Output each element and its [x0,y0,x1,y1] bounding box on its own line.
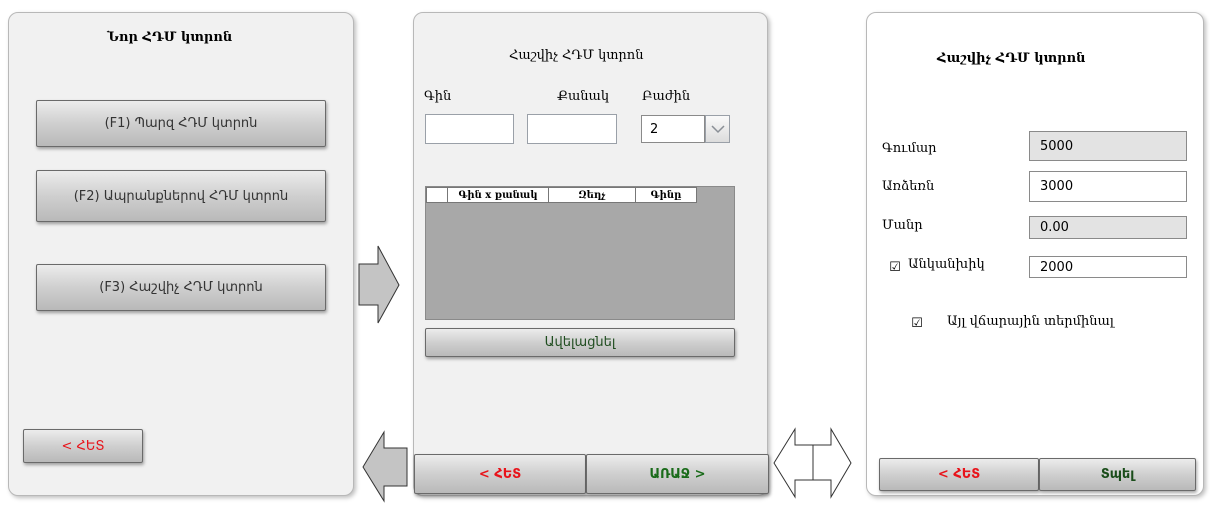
amount-field: 5000 [1029,131,1187,161]
panel-title: Հաշվիչ ՀԴՄ կտրոն [937,51,1086,66]
quantity-label: Քանակ [557,89,610,104]
panel-title: Հաշվիչ ՀԴՄ կտրոն [509,48,644,63]
goods-receipt-button[interactable]: (F2) Ապրանքներով ՀԴՄ կտրոն [36,170,326,222]
items-grid-header: Գին x քանակ Զեղչ Գինը [426,187,697,203]
department-dropdown-button[interactable] [705,115,730,143]
next-button[interactable]: ԱՌԱՋ > [586,454,769,494]
chevron-down-icon [710,124,725,133]
add-button[interactable]: Ավելացնել [425,328,735,357]
print-button[interactable]: Տպել [1039,458,1196,491]
terminal-label: Այլ վճարային տերմինալ [947,314,1114,329]
column-header-discount: Զեղչ [548,187,636,203]
panel-title: Նոր ՀԴՄ կտրոն [107,30,233,45]
cashless-input[interactable]: 2000 [1029,256,1187,278]
price-input[interactable] [425,114,514,144]
payment-panel: Հաշվիչ ՀԴՄ կտրոն Գումար 5000 Առձեռն 3000… [866,12,1204,496]
menu-panel: Նոր ՀԴՄ կտրոն (F1) Պարզ ՀԴՄ կտրոն (F2) Ա… [8,12,354,496]
double-arrow-icon [773,427,852,499]
paid-label: Առձեռն [882,179,935,194]
items-grid[interactable]: Գին x քանակ Զեղչ Գինը [425,186,735,320]
change-field: 0.00 [1029,216,1187,239]
column-header-total: Գինը [635,187,697,203]
change-label: Մանր [882,218,923,233]
department-select[interactable]: 2 [641,115,705,143]
department-value: 2 [650,121,659,137]
cashless-label: Անկանխիկ [908,257,985,272]
calculator-receipt-button[interactable]: (F3) Հաշվիչ ՀԴՄ կտրոն [36,264,326,311]
calculator-panel: Հաշվիչ ՀԴՄ կտրոն Գին Քանակ Բաժին 2 Գին x… [413,12,769,496]
amount-label: Գումար [882,141,937,156]
paid-input[interactable]: 3000 [1029,171,1187,202]
quantity-input[interactable] [527,114,617,144]
simple-receipt-button[interactable]: (F1) Պարզ ՀԴՄ կտրոն [36,100,326,147]
terminal-checkbox[interactable]: ☑ [911,317,923,330]
department-label: Բաժին [642,89,691,104]
cashless-checkbox[interactable]: ☑ [889,261,901,274]
arrow-left-icon [362,430,408,503]
back-button[interactable]: < ՀԵՏ [414,454,586,494]
column-header-price-qty: Գին x քանակ [447,187,549,203]
price-label: Գին [424,89,452,104]
arrow-right-icon [358,245,400,324]
back-button[interactable]: < ՀԵՏ [879,458,1039,491]
row-header-cell [426,187,448,203]
back-button[interactable]: < ՀԵՏ [23,429,143,463]
